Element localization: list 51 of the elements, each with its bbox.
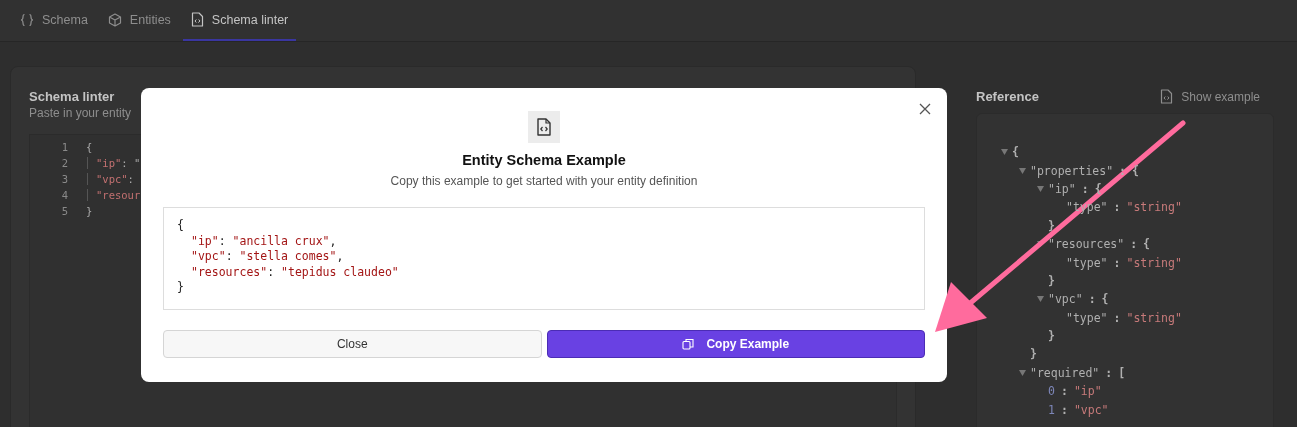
- code-line: "resources": "tepidus claudeo": [190, 264, 400, 280]
- tree-line: "resources" : {: [1048, 237, 1151, 252]
- tree-line: "properties" : {: [1030, 163, 1139, 178]
- expand-toggle[interactable]: [1001, 149, 1008, 156]
- expand-toggle[interactable]: [1037, 296, 1044, 303]
- code-line: "vpc": "stella comes",: [190, 249, 345, 265]
- file-code-icon: [190, 12, 204, 27]
- file-code-icon: [1160, 89, 1174, 104]
- card-title: Schema linter: [29, 89, 116, 104]
- tree-line: "required" : [: [1030, 365, 1126, 380]
- line-number: 3: [60, 173, 69, 185]
- tree-line: }: [1048, 329, 1055, 344]
- tree-line: 0 : "ip": [1048, 384, 1102, 399]
- cube-icon: [107, 12, 122, 27]
- line-number: 5: [60, 205, 69, 217]
- show-example-button[interactable]: Show example: [1154, 88, 1266, 105]
- code-line: }: [86, 205, 93, 217]
- tab[interactable]: Entities: [99, 0, 179, 41]
- file-code-icon: [528, 111, 560, 143]
- tree-line: 1 : "vpc": [1048, 402, 1109, 417]
- line-number: 1: [60, 141, 69, 153]
- line-number: 4: [60, 189, 69, 201]
- line-number: 2: [60, 157, 69, 169]
- tree-line: "vpc" : {: [1048, 292, 1109, 307]
- copy-button[interactable]: Copy Example: [546, 330, 925, 358]
- tab[interactable]: Schema linter: [182, 0, 297, 41]
- code-line: "vpc":: [87, 173, 134, 185]
- code-line: }: [177, 280, 185, 296]
- tree-line: "type" : "string": [1066, 310, 1182, 325]
- dialog-subtitle: Copy this example to get started with your entity definition: [390, 174, 698, 188]
- tree-line: }: [1048, 273, 1055, 288]
- code-line: "resour: [87, 189, 141, 201]
- code-line: {: [177, 218, 185, 234]
- card-subtitle: Paste in your entity: [29, 106, 133, 120]
- expand-toggle[interactable]: [1037, 185, 1044, 192]
- close-icon[interactable]: [919, 103, 931, 115]
- code-line: {: [86, 141, 93, 153]
- expand-toggle[interactable]: [1019, 369, 1026, 376]
- expand-toggle[interactable]: [1019, 167, 1026, 174]
- tree-line: {: [1012, 145, 1019, 160]
- code-line: "ip": "ancilla crux",: [190, 233, 338, 249]
- dialog-title: Entity Schema Example: [462, 152, 626, 168]
- tree-line: "type" : "string": [1066, 255, 1182, 270]
- tree-line: }: [1048, 218, 1055, 233]
- tab[interactable]: Schema: [12, 0, 96, 41]
- close-button[interactable]: Close: [163, 330, 542, 358]
- braces-icon: [20, 12, 34, 27]
- tree-line: }: [1030, 347, 1037, 362]
- copy-icon: [682, 338, 695, 350]
- code-line: "ip": ": [87, 157, 141, 169]
- card-title: Reference: [976, 89, 1039, 104]
